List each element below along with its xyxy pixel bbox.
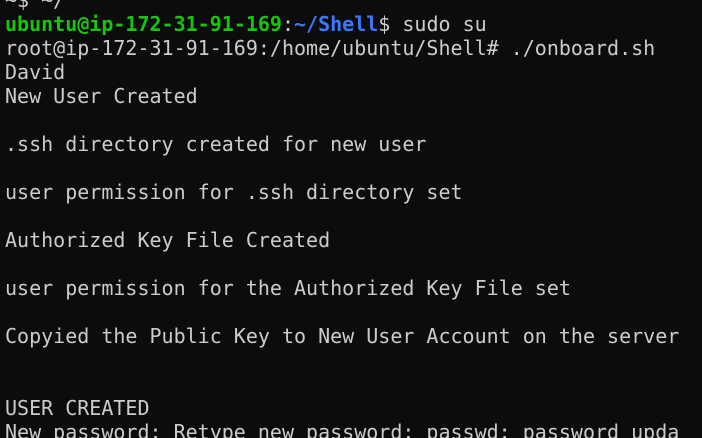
output-line: user permission for the Authorized Key F… [5,276,571,300]
terminal-output: ~$ ~/ ubuntu@ip-172-31-91-169:~/Shell$ s… [5,0,702,438]
terminal-partial-line: ~$ ~/ [5,0,66,12]
prompt-user-host: ubuntu@ip-172-31-91-169 [5,12,282,36]
output-lines: root@ip-172-31-91-169:/home/ubuntu/Shell… [5,36,702,438]
prompt-separator: : [281,12,294,36]
output-line: user permission for .ssh directory set [5,180,463,204]
output-line: David [5,60,66,84]
output-line: New password: Retype new password: passw… [5,420,680,438]
output-line: Authorized Key File Created [5,228,331,252]
output-line: USER CREATED [5,396,150,420]
prompt-symbol: $ [378,12,391,36]
output-line: New User Created [5,84,198,108]
prompt-path: ~/Shell [294,12,379,36]
prompt-line: ubuntu@ip-172-31-91-169:~/Shell$ sudo su [5,12,702,36]
terminal-window[interactable]: ~$ ~/ ubuntu@ip-172-31-91-169:~/Shell$ s… [0,0,702,438]
output-line: Copyied the Public Key to New User Accou… [5,324,680,348]
output-line: .ssh directory created for new user [5,132,427,156]
prompt-command: sudo su [390,12,487,36]
output-line: root@ip-172-31-91-169:/home/ubuntu/Shell… [5,36,656,60]
